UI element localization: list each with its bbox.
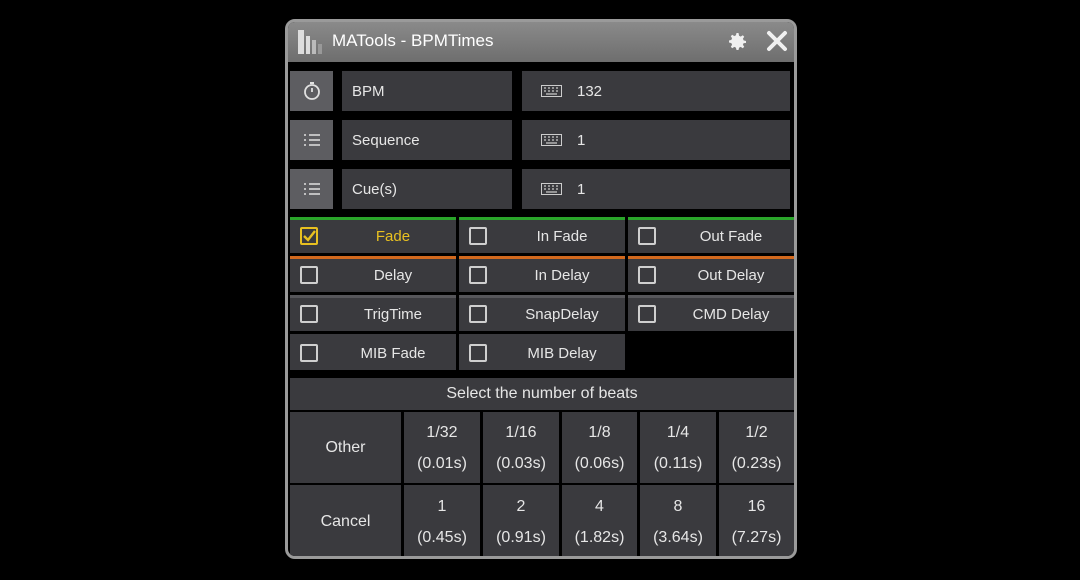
field-row-cues: Cue(s) 1 xyxy=(288,169,794,209)
beat-button-1-2[interactable]: 1/2 (0.23s) xyxy=(719,412,794,483)
option-label: In Delay xyxy=(534,267,590,284)
beat-label: 16 xyxy=(747,497,766,515)
beat-label: 2 xyxy=(516,497,526,515)
field-label-bpm: BPM xyxy=(342,71,512,111)
option-label: SnapDelay xyxy=(525,306,599,323)
checkbox[interactable] xyxy=(300,266,318,284)
beat-time: (0.11s) xyxy=(653,454,703,472)
beat-time: (0.45s) xyxy=(417,528,467,546)
beat-label: 1/2 xyxy=(745,423,768,441)
checkbox[interactable] xyxy=(469,305,487,323)
window-title: MATools - BPMTimes xyxy=(332,31,494,50)
checkbox[interactable] xyxy=(638,266,656,284)
beat-label: 8 xyxy=(673,497,683,515)
other-label: Other xyxy=(325,439,366,456)
title-bar[interactable]: MATools - BPMTimes xyxy=(288,22,794,62)
option-in-delay[interactable]: In Delay xyxy=(459,256,625,292)
option-out-delay[interactable]: Out Delay xyxy=(628,256,794,292)
beat-time: (0.23s) xyxy=(731,454,782,472)
keyboard-icon xyxy=(541,183,562,195)
beat-time: (0.06s) xyxy=(574,454,625,472)
checkmark-icon xyxy=(303,230,316,242)
list-icon[interactable] xyxy=(290,120,333,160)
beat-button-2[interactable]: 2 (0.91s) xyxy=(483,485,559,556)
bpm-value: 132 xyxy=(577,82,603,100)
cues-value: 1 xyxy=(577,180,586,198)
sequence-input[interactable]: 1 xyxy=(522,120,790,160)
beat-label: 1/16 xyxy=(505,423,537,441)
option-label: Fade xyxy=(375,228,411,245)
beat-label: 1/32 xyxy=(426,423,458,441)
checkbox[interactable] xyxy=(638,305,656,323)
option-label: MIB Fade xyxy=(360,345,426,362)
beat-button-1-16[interactable]: 1/16 (0.03s) xyxy=(483,412,559,483)
beat-time: (7.27s) xyxy=(731,528,782,546)
checkbox-checked[interactable] xyxy=(300,227,318,245)
sequence-value: 1 xyxy=(577,131,586,149)
beat-time: (1.82s) xyxy=(574,528,625,546)
other-button[interactable]: Other xyxy=(290,412,401,483)
keyboard-icon xyxy=(541,134,562,146)
cancel-label: Cancel xyxy=(320,513,371,530)
option-label: Out Delay xyxy=(697,267,765,284)
option-label: MIB Delay xyxy=(527,345,597,362)
beat-label: 1/8 xyxy=(588,423,611,441)
beat-button-8[interactable]: 8 (3.64s) xyxy=(640,485,716,556)
matools-logo-icon xyxy=(298,30,322,54)
beats-header: Select the number of beats xyxy=(290,378,794,410)
checkbox[interactable] xyxy=(469,227,487,245)
field-label-sequence: Sequence xyxy=(342,120,512,160)
checkbox[interactable] xyxy=(469,266,487,284)
option-label: Out Fade xyxy=(699,228,763,245)
option-fade[interactable]: Fade xyxy=(290,217,456,253)
field-label-cues: Cue(s) xyxy=(342,169,512,209)
beat-time: (0.01s) xyxy=(417,454,467,472)
cancel-button[interactable]: Cancel xyxy=(290,485,401,556)
field-row-bpm: BPM 132 xyxy=(288,71,794,111)
beat-button-1-8[interactable]: 1/8 (0.06s) xyxy=(562,412,637,483)
checkbox[interactable] xyxy=(300,344,318,362)
beat-button-4[interactable]: 4 (1.82s) xyxy=(562,485,637,556)
option-out-fade[interactable]: Out Fade xyxy=(628,217,794,253)
gear-icon[interactable] xyxy=(725,30,749,54)
bpmtimes-dialog: MATools - BPMTimes BPM 132 Sequence 1 Cu… xyxy=(285,19,797,559)
beat-label: 1/4 xyxy=(666,423,690,441)
beat-time: (0.91s) xyxy=(496,528,546,546)
beat-time: (3.64s) xyxy=(653,528,703,546)
beat-label: 1 xyxy=(437,497,447,515)
option-delay[interactable]: Delay xyxy=(290,256,456,292)
cues-input[interactable]: 1 xyxy=(522,169,790,209)
option-label: In Fade xyxy=(536,228,588,245)
option-label: TrigTime xyxy=(363,306,423,323)
keyboard-icon xyxy=(541,85,562,97)
beat-button-16[interactable]: 16 (7.27s) xyxy=(719,485,794,556)
option-mib-delay[interactable]: MIB Delay xyxy=(459,334,625,370)
checkbox[interactable] xyxy=(638,227,656,245)
list-icon[interactable] xyxy=(290,169,333,209)
option-label: CMD Delay xyxy=(692,306,770,323)
option-cmd-delay[interactable]: CMD Delay xyxy=(628,295,794,331)
beat-label: 4 xyxy=(595,497,604,515)
beat-button-1-4[interactable]: 1/4 (0.11s) xyxy=(640,412,716,483)
option-in-fade[interactable]: In Fade xyxy=(459,217,625,253)
option-mib-fade[interactable]: MIB Fade xyxy=(290,334,456,370)
beat-time: (0.03s) xyxy=(496,454,546,472)
stopwatch-icon[interactable] xyxy=(290,71,333,111)
checkbox[interactable] xyxy=(300,305,318,323)
close-icon[interactable] xyxy=(765,29,789,53)
checkbox[interactable] xyxy=(469,344,487,362)
option-trigtime[interactable]: TrigTime xyxy=(290,295,456,331)
beat-button-1[interactable]: 1 (0.45s) xyxy=(404,485,480,556)
bpm-input[interactable]: 132 xyxy=(522,71,790,111)
option-snapdelay[interactable]: SnapDelay xyxy=(459,295,625,331)
option-label: Delay xyxy=(373,267,413,284)
beat-button-1-32[interactable]: 1/32 (0.01s) xyxy=(404,412,480,483)
field-row-sequence: Sequence 1 xyxy=(288,120,794,160)
